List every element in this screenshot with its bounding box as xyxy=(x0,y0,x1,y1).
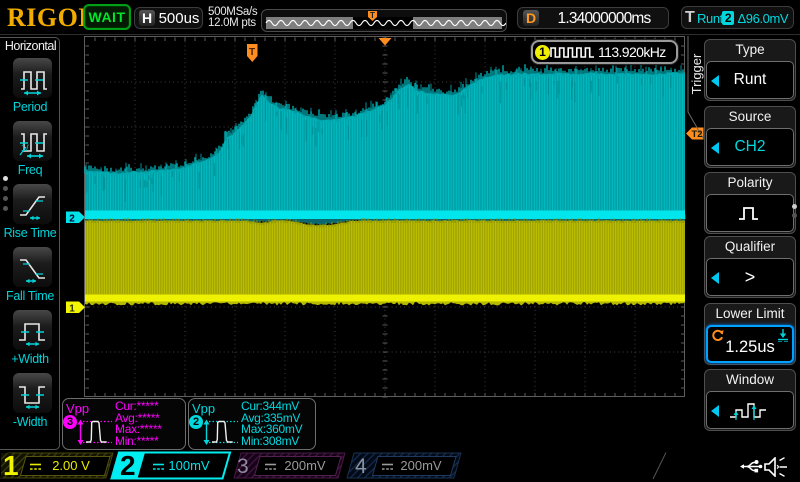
svg-text:2: 2 xyxy=(69,214,75,225)
svg-text:T: T xyxy=(370,11,375,20)
svg-text:T: T xyxy=(249,47,255,58)
svg-text:1: 1 xyxy=(69,304,75,315)
